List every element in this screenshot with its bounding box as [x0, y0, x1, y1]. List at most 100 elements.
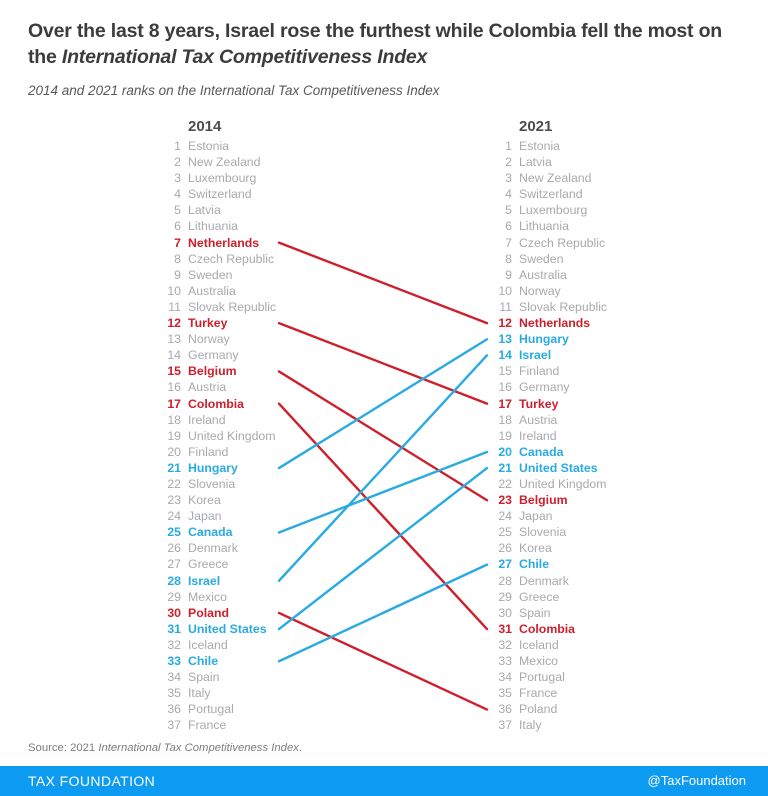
country-name: Luxembourg	[519, 203, 588, 218]
rank-row: 31 Colombia	[481, 621, 671, 637]
rank-number: 7	[505, 235, 512, 250]
rank-row: 18 Austria	[481, 412, 671, 428]
rank-number: 18	[498, 412, 512, 427]
rank-row: 22 United Kingdom	[481, 476, 671, 492]
country-name: United Kingdom	[188, 428, 276, 443]
rank-number: 15	[167, 364, 181, 379]
social-handle[interactable]: @TaxFoundation	[648, 766, 746, 796]
rank-row: 37 France	[150, 717, 330, 733]
rank-row: 9 Australia	[481, 267, 671, 283]
page-title: Over the last 8 years, Israel rose the f…	[28, 18, 740, 70]
rank-row: 27 Chile	[481, 556, 671, 572]
rank-row: 7 Netherlands	[150, 235, 330, 251]
rank-number: 37	[498, 718, 512, 733]
rank-row: 19 United Kingdom	[150, 428, 330, 444]
rank-number: 12	[498, 316, 512, 331]
country-name: Chile	[519, 557, 550, 572]
rank-row: 20 Finland	[150, 444, 330, 460]
country-name: Austria	[519, 412, 558, 427]
rank-row: 32 Iceland	[481, 637, 671, 653]
rank-number: 35	[498, 686, 512, 701]
rank-row: 28 Denmark	[481, 573, 671, 589]
rank-number: 26	[498, 541, 512, 556]
rank-row: 30 Poland	[150, 605, 330, 621]
country-name: Mexico	[519, 654, 558, 668]
country-name: Korea	[188, 493, 221, 508]
rank-row: 6 Lithuania	[150, 218, 330, 234]
rank-number: 10	[167, 283, 181, 298]
country-name: Poland	[519, 702, 558, 717]
rank-row: 9 Sweden	[150, 267, 330, 283]
rank-number: 6	[174, 219, 181, 234]
rank-row: 8 Sweden	[481, 251, 671, 267]
rank-row: 16 Germany	[481, 379, 671, 395]
rank-number: 3	[505, 171, 512, 186]
rank-number: 4	[174, 187, 181, 202]
rank-row: 25 Slovenia	[481, 524, 671, 540]
country-name: Germany	[188, 348, 239, 363]
country-name: United States	[188, 621, 267, 636]
rank-number: 27	[498, 557, 512, 572]
rank-number: 9	[174, 267, 181, 282]
rank-row: 28 Israel	[150, 573, 330, 589]
rank-number: 11	[168, 299, 181, 314]
rank-number: 14	[167, 348, 181, 363]
rank-number: 23	[167, 493, 181, 508]
country-name: Norway	[188, 332, 230, 347]
country-name: Korea	[519, 541, 552, 556]
rank-number: 31	[498, 621, 512, 636]
country-name: Sweden	[188, 267, 233, 282]
rank-row: 5 Luxembourg	[481, 202, 671, 218]
rank-number: 9	[505, 267, 512, 282]
rank-row: 17 Turkey	[481, 396, 671, 412]
country-name: Slovenia	[188, 476, 236, 491]
rank-number: 7	[174, 235, 181, 250]
rank-row: 21 Hungary	[150, 460, 330, 476]
column-header-2021: 2021	[519, 118, 553, 135]
rank-number: 14	[498, 348, 512, 363]
rank-row: 11 Slovak Republic	[150, 299, 330, 315]
rank-number: 30	[167, 605, 181, 620]
rank-row: 6 Lithuania	[481, 218, 671, 234]
rank-row: 15 Finland	[481, 363, 671, 379]
rank-row: 18 Ireland	[150, 412, 330, 428]
country-name: Italy	[188, 686, 211, 701]
rank-row: 31 United States	[150, 621, 330, 637]
country-name: Israel	[519, 348, 552, 363]
rank-number: 3	[174, 171, 181, 186]
rank-row: 16 Austria	[150, 379, 330, 395]
country-name: Iceland	[519, 637, 559, 652]
rank-number: 30	[498, 605, 512, 620]
country-name: Ireland	[188, 412, 226, 427]
rank-row: 12 Turkey	[150, 315, 330, 331]
country-name: New Zealand	[188, 155, 261, 170]
country-name: Czech Republic	[188, 251, 275, 266]
country-name: Greece	[188, 557, 229, 572]
rank-number: 35	[167, 686, 181, 701]
rank-number: 37	[167, 718, 181, 733]
country-name: Lithuania	[519, 219, 569, 234]
rank-row: 24 Japan	[150, 508, 330, 524]
rank-number: 27	[167, 557, 181, 572]
rank-number: 24	[167, 509, 181, 524]
rank-row: 7 Czech Republic	[481, 235, 671, 251]
rank-number: 5	[174, 203, 181, 218]
rank-row: 29 Mexico	[150, 589, 330, 605]
rank-row: 32 Iceland	[150, 637, 330, 653]
country-name: Denmark	[519, 573, 569, 588]
rank-number: 23	[498, 493, 512, 508]
country-name: Iceland	[188, 637, 228, 652]
country-name: Australia	[188, 283, 236, 298]
rank-row: 10 Australia	[150, 283, 330, 299]
country-name: Italy	[519, 718, 542, 733]
rank-row: 36 Poland	[481, 701, 671, 717]
column-header-2014: 2014	[188, 118, 222, 135]
rank-number: 20	[167, 444, 181, 459]
rank-row: 35 France	[481, 685, 671, 701]
rank-row: 13 Norway	[150, 331, 330, 347]
rank-number: 29	[498, 589, 512, 604]
source-italic: International Tax Competitiveness Index	[98, 742, 299, 754]
rank-row: 15 Belgium	[150, 363, 330, 379]
country-name: Czech Republic	[519, 235, 606, 250]
page-subtitle: 2014 and 2021 ranks on the International…	[28, 83, 440, 98]
